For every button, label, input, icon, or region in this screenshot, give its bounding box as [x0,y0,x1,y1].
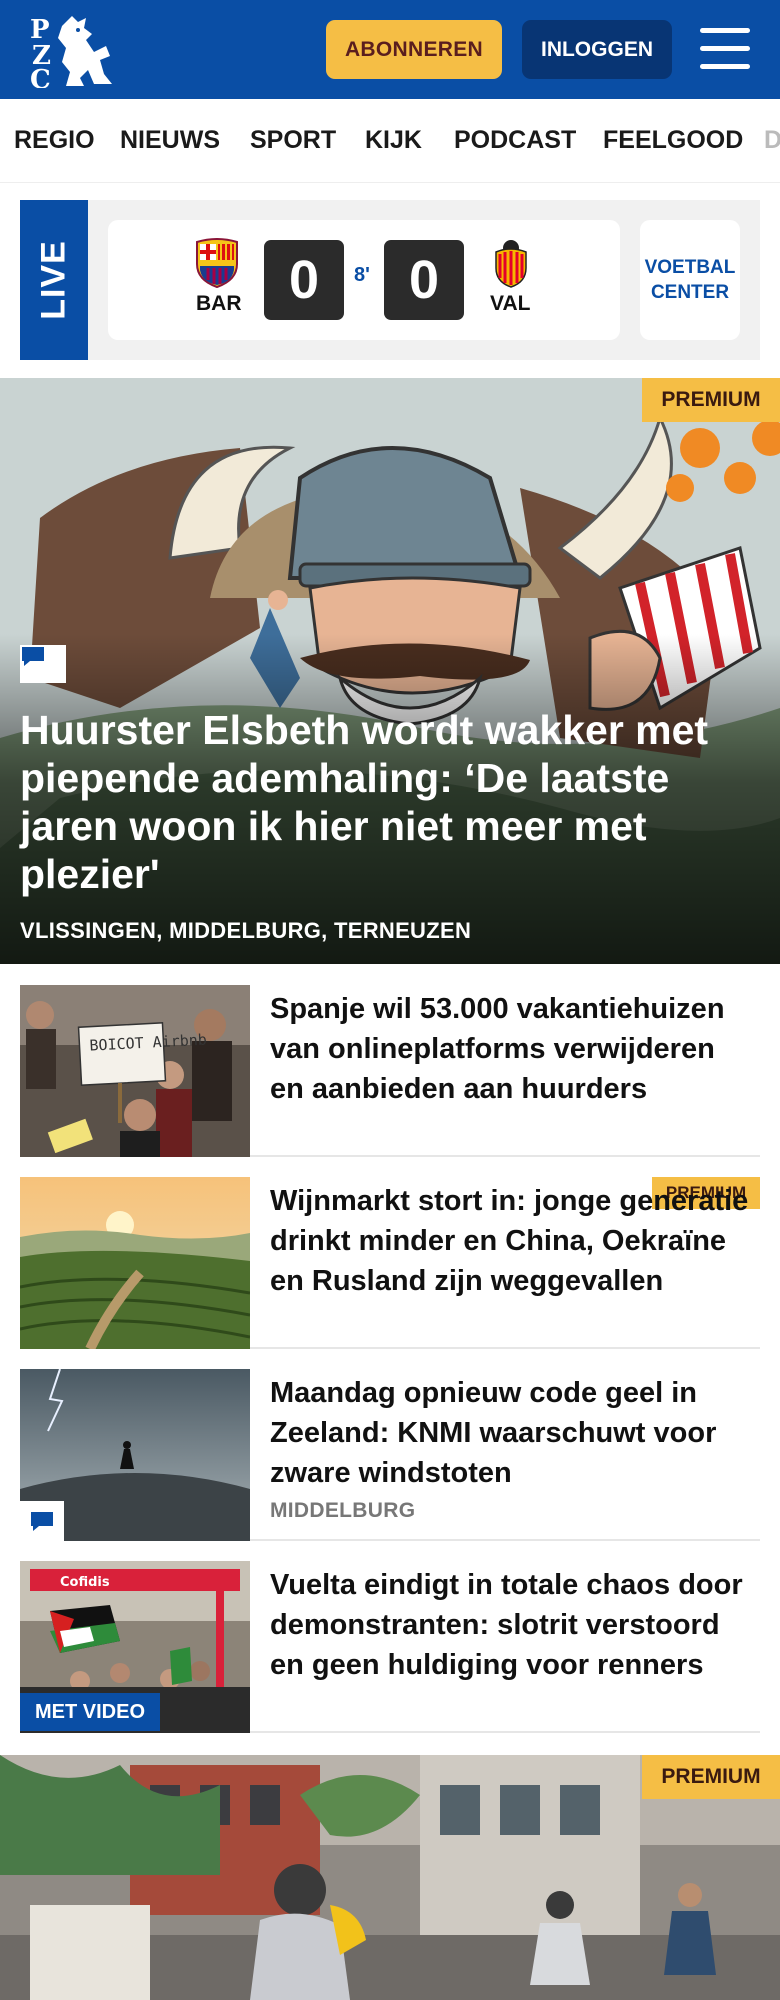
nav-item-nieuws[interactable]: NIEUWS [120,126,220,155]
home-score: 0 [264,240,344,320]
nav-item-kijk[interactable]: KIJK [365,126,422,155]
article-location: MIDDELBURG [270,1499,416,1522]
video-tag: MET VIDEO [20,1693,160,1731]
svg-text:C: C [30,65,51,88]
article-item[interactable]: Maandag opnieuw code geel in Zeeland: KN… [20,1369,760,1541]
nav-item-overflow[interactable]: D [764,126,780,155]
pzc-logo[interactable]: P Z C [28,12,114,95]
live-tag: LIVE [20,200,88,360]
article-title[interactable]: Spanje wil 53.000 vakantiehuizen van onl… [270,989,752,1109]
comment-icon [20,1501,64,1541]
next-hero-article[interactable]: PREMIUM [0,1755,780,2000]
away-team: VAL [490,292,531,315]
article-title[interactable]: Wijnmarkt stort in: jonge generatie drin… [270,1181,752,1301]
article-thumbnail [20,1177,250,1349]
away-score: 0 [384,240,464,320]
nav-item-regio[interactable]: REGIO [14,126,95,155]
article-item[interactable]: Cofidis MET VIDEO Vuelta eindigt in tota… [20,1561,760,1733]
barcelona-crest-icon [196,238,238,288]
live-score-widget[interactable]: LIVE BAR 0 8' 0 VAL VOETBAL CENTER [20,200,760,360]
score-card[interactable]: BAR 0 8' 0 VAL [108,220,620,340]
valencia-crest-icon [495,240,527,288]
nav-item-sport[interactable]: SPORT [250,126,336,155]
subscribe-button[interactable]: ABONNEREN [326,20,502,79]
home-team: BAR [196,292,242,315]
match-minute: 8' [354,264,370,286]
menu-icon[interactable] [700,28,750,70]
article-thumbnail: BOICOT Airbnb [20,985,250,1157]
login-button[interactable]: INLOGGEN [522,20,672,79]
hero-title[interactable]: Huurster Elsbeth wordt wakker met piepen… [20,706,750,898]
premium-badge: PREMIUM [642,378,780,422]
voetbal-center-link[interactable]: VOETBAL CENTER [640,220,740,340]
top-bar: P Z C ABONNEREN INLOGGEN [0,0,780,99]
nav-item-feelgood[interactable]: FEELGOOD [603,126,743,155]
article-item[interactable]: PREMIUM Wijnmarkt stort in: jonge genera… [20,1177,760,1349]
hero-article[interactable]: PREMIUM Huurster Elsbeth wordt wakker me… [0,378,780,964]
article-title[interactable]: Vuelta eindigt in totale chaos door demo… [270,1565,752,1685]
section-nav: REGIO NIEUWS SPORT KIJK PODCAST FEELGOOD… [0,99,780,183]
cofidis-banner-text: Cofidis [60,1575,110,1590]
comment-icon [20,645,66,683]
hero-location: VLISSINGEN, MIDDELBURG, TERNEUZEN [20,918,472,943]
nav-item-podcast[interactable]: PODCAST [454,126,576,155]
premium-badge: PREMIUM [642,1755,780,1799]
article-item[interactable]: BOICOT Airbnb Spanje wil 53.000 vakantie… [20,985,760,1157]
article-title[interactable]: Maandag opnieuw code geel in Zeeland: KN… [270,1373,752,1493]
